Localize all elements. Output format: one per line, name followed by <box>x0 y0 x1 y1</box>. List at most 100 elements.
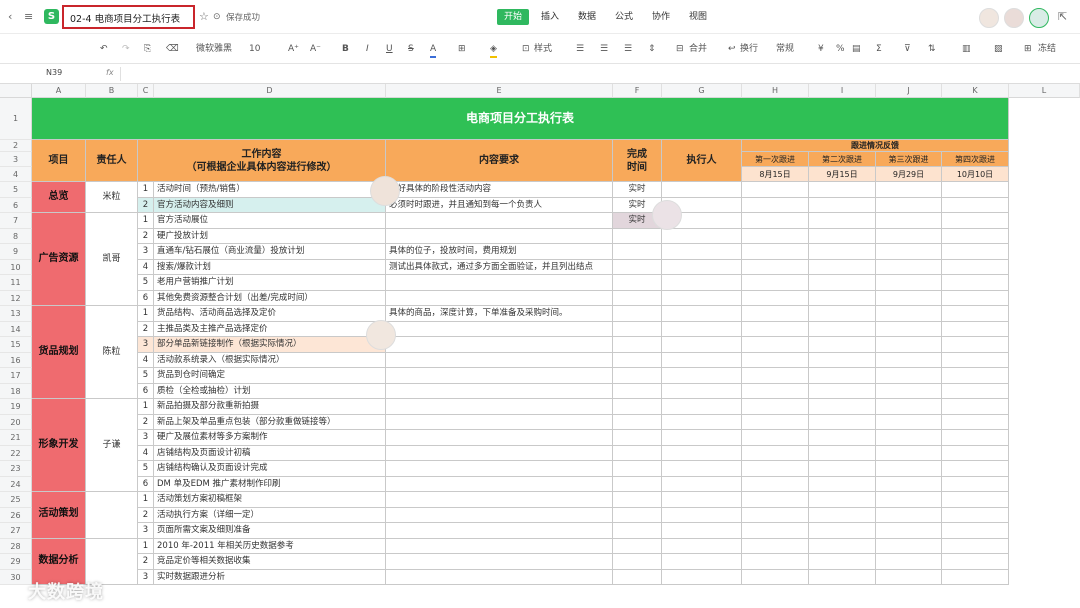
empty-cell[interactable] <box>876 461 942 477</box>
empty-cell[interactable] <box>942 368 1009 384</box>
empty-cell[interactable] <box>742 259 809 275</box>
task-number-cell[interactable]: 1 <box>138 213 154 229</box>
collaborator-avatar-3[interactable] <box>1029 8 1049 28</box>
task-work-cell[interactable]: 竞品定价等相关数据收集 <box>154 554 386 570</box>
empty-cell[interactable] <box>809 290 876 306</box>
task-done-time-cell[interactable] <box>613 337 662 353</box>
header-date-2[interactable]: 9月15日 <box>809 167 876 182</box>
owner-cell[interactable]: 子谦 <box>86 399 138 492</box>
task-number-cell[interactable]: 3 <box>138 569 154 585</box>
task-work-cell[interactable]: 硬广及展位素材等多方案制作 <box>154 430 386 446</box>
empty-cell[interactable] <box>876 213 942 229</box>
empty-cell[interactable] <box>742 197 809 213</box>
empty-cell[interactable] <box>876 321 942 337</box>
empty-cell[interactable] <box>742 352 809 368</box>
conditional-format-icon[interactable]: ▤ <box>852 42 861 56</box>
column-header-B[interactable]: B <box>86 84 138 98</box>
task-requirement-cell[interactable] <box>386 337 613 353</box>
row-header-6[interactable]: 6 <box>0 197 32 213</box>
header-date-3[interactable]: 9月29日 <box>876 167 942 182</box>
header-requirement[interactable]: 内容要求 <box>386 140 613 182</box>
empty-cell[interactable] <box>742 492 809 508</box>
empty-cell[interactable] <box>742 445 809 461</box>
empty-cell[interactable] <box>662 337 742 353</box>
image-icon[interactable]: ▨ <box>994 42 1003 56</box>
project-cell[interactable]: 形象开发 <box>32 399 86 492</box>
column-header-H[interactable]: H <box>742 84 809 98</box>
task-number-cell[interactable]: 3 <box>138 244 154 260</box>
font-grow-icon[interactable]: A⁺ <box>288 42 299 56</box>
row-header-29[interactable]: 29 <box>0 554 32 570</box>
empty-cell[interactable] <box>876 507 942 523</box>
task-work-cell[interactable]: 官方活动内容及细则 <box>154 197 386 213</box>
task-number-cell[interactable]: 6 <box>138 476 154 492</box>
empty-cell[interactable] <box>662 492 742 508</box>
empty-cell[interactable] <box>942 259 1009 275</box>
empty-cell[interactable] <box>942 554 1009 570</box>
empty-cell[interactable] <box>742 507 809 523</box>
task-done-time-cell[interactable] <box>613 476 662 492</box>
task-requirement-cell[interactable] <box>386 445 613 461</box>
task-requirement-cell[interactable] <box>386 538 613 554</box>
empty-cell[interactable] <box>742 337 809 353</box>
task-number-cell[interactable]: 5 <box>138 461 154 477</box>
empty-cell[interactable] <box>662 569 742 585</box>
row-header-5[interactable]: 5 <box>0 182 32 198</box>
task-done-time-cell[interactable] <box>613 306 662 322</box>
empty-cell[interactable] <box>876 430 942 446</box>
task-number-cell[interactable]: 5 <box>138 275 154 291</box>
task-done-time-cell[interactable] <box>613 383 662 399</box>
empty-cell[interactable] <box>662 476 742 492</box>
task-requirement-cell[interactable] <box>386 523 613 539</box>
menu-formula[interactable]: 公式 <box>615 10 633 24</box>
menu-view[interactable]: 视图 <box>689 10 707 24</box>
empty-cell[interactable] <box>742 321 809 337</box>
task-work-cell[interactable]: 主推品类及主推产品选择定价 <box>154 321 386 337</box>
undo-icon[interactable]: ↶ <box>100 42 108 56</box>
clear-format-icon[interactable]: ⌫ <box>166 42 179 56</box>
empty-cell[interactable] <box>809 213 876 229</box>
style-icon[interactable]: ⊡ <box>522 42 530 56</box>
column-header-J[interactable]: J <box>876 84 942 98</box>
currency-icon[interactable]: ¥ <box>818 42 824 56</box>
task-number-cell[interactable]: 1 <box>138 399 154 415</box>
empty-cell[interactable] <box>809 569 876 585</box>
empty-cell[interactable] <box>942 290 1009 306</box>
empty-cell[interactable] <box>876 414 942 430</box>
task-done-time-cell[interactable] <box>613 228 662 244</box>
empty-cell[interactable] <box>662 321 742 337</box>
empty-cell[interactable] <box>662 554 742 570</box>
task-number-cell[interactable]: 4 <box>138 352 154 368</box>
empty-cell[interactable] <box>942 352 1009 368</box>
task-requirement-cell[interactable] <box>386 476 613 492</box>
empty-cell[interactable] <box>742 290 809 306</box>
empty-cell[interactable] <box>662 461 742 477</box>
row-header-21[interactable]: 21 <box>0 430 32 446</box>
align-center-icon[interactable]: ☰ <box>600 42 608 56</box>
row-header-27[interactable]: 27 <box>0 523 32 539</box>
freeze-button[interactable]: 冻结 <box>1038 42 1056 56</box>
empty-cell[interactable] <box>809 492 876 508</box>
empty-cell[interactable] <box>809 383 876 399</box>
task-work-cell[interactable]: 硬广投放计划 <box>154 228 386 244</box>
bold-icon[interactable]: B <box>342 42 349 56</box>
redo-icon[interactable]: ↷ <box>122 42 130 56</box>
menu-data[interactable]: 数据 <box>578 10 596 24</box>
task-done-time-cell[interactable] <box>613 492 662 508</box>
empty-cell[interactable] <box>809 228 876 244</box>
row-header-15[interactable]: 15 <box>0 337 32 353</box>
empty-cell[interactable] <box>876 182 942 198</box>
header-round-1[interactable]: 第一次跟进 <box>742 152 809 167</box>
empty-cell[interactable] <box>662 182 742 198</box>
font-shrink-icon[interactable]: A⁻ <box>310 42 321 56</box>
task-done-time-cell[interactable] <box>613 538 662 554</box>
task-requirement-cell[interactable]: 具体的位子，投放时间，费用规划 <box>386 244 613 260</box>
row-header-1[interactable]: 1 <box>0 98 32 140</box>
empty-cell[interactable] <box>876 492 942 508</box>
row-header-3[interactable]: 3 <box>0 152 32 167</box>
task-work-cell[interactable]: 实时数据跟进分析 <box>154 569 386 585</box>
task-done-time-cell[interactable] <box>613 244 662 260</box>
empty-cell[interactable] <box>809 244 876 260</box>
share-icon[interactable]: ⇱ <box>1058 10 1067 24</box>
owner-cell[interactable]: 陈粒 <box>86 306 138 399</box>
